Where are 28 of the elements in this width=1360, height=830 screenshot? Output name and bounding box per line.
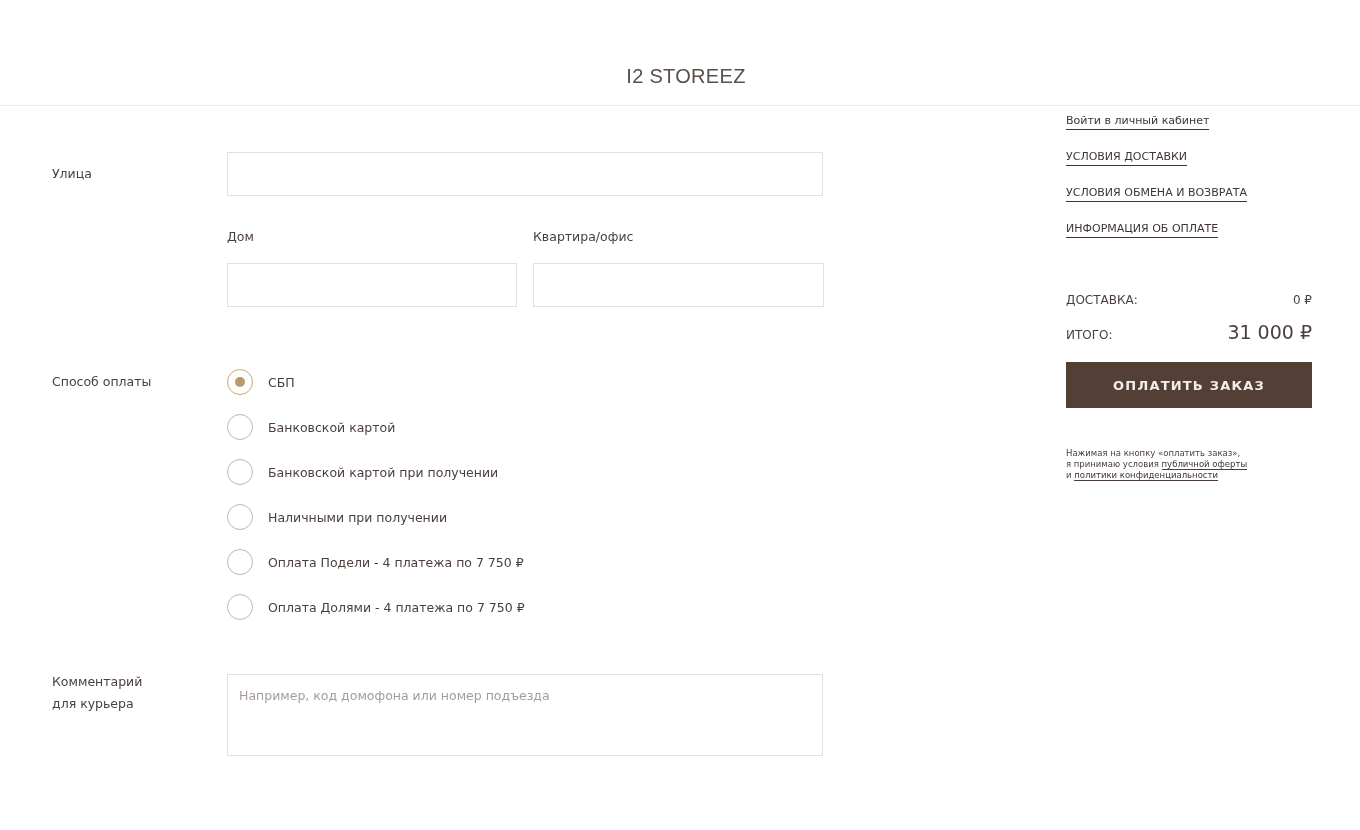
offer-link[interactable]: публичной оферты — [1161, 459, 1248, 470]
total-label: ИТОГО: — [1066, 328, 1113, 342]
info-link[interactable]: УСЛОВИЯ ДОСТАВКИ — [1066, 149, 1187, 166]
field-label: Квартира/офис — [533, 228, 635, 246]
payment-option[interactable]: Банковской картой при получении — [227, 459, 525, 485]
pay-button[interactable]: ОПЛАТИТЬ ЗАКАЗ — [1066, 362, 1312, 408]
field-label: Улица — [52, 165, 93, 183]
field-label: Комментарий для курьера — [52, 673, 144, 713]
delivery-cost: 0 ₽ — [1292, 293, 1312, 307]
delivery-label: ДОСТАВКА: — [1066, 293, 1138, 307]
house-input[interactable] — [227, 263, 517, 307]
info-link[interactable]: Войти в личный кабинет — [1066, 113, 1210, 130]
info-link[interactable]: ИНФОРМАЦИЯ ОБ ОПЛАТЕ — [1066, 221, 1219, 238]
store-logo[interactable]: I2 STOREEZ — [626, 65, 746, 88]
payment-option[interactable]: Оплата Долями - 4 платежа по 7 750 ₽ — [227, 594, 525, 620]
apartment-input[interactable] — [533, 263, 824, 307]
field-label: Способ оплаты — [52, 373, 153, 391]
info-link[interactable]: УСЛОВИЯ ОБМЕНА И ВОЗВРАТА — [1066, 185, 1248, 202]
payment-option[interactable]: Наличными при получении — [227, 504, 525, 530]
field-label: Дом — [227, 228, 255, 246]
payment-option[interactable]: Оплата Подели - 4 платежа по 7 750 ₽ — [227, 549, 525, 575]
total-amount: 31 000 ₽ — [1227, 321, 1312, 343]
comment-field[interactable]: Например, код домофона или номер подъезда — [227, 674, 823, 756]
privacy-link[interactable]: политики конфиденциальности — [1074, 470, 1218, 481]
consent-text: Нажимая на кнопку «оплатить заказ», я принимаю условия публичной оферты и политики конфиденциальности — [1066, 448, 1249, 481]
payment-option[interactable]: Банковской картой — [227, 414, 525, 440]
payment-option[interactable]: СБП — [227, 369, 525, 395]
street-input[interactable] — [227, 152, 823, 196]
